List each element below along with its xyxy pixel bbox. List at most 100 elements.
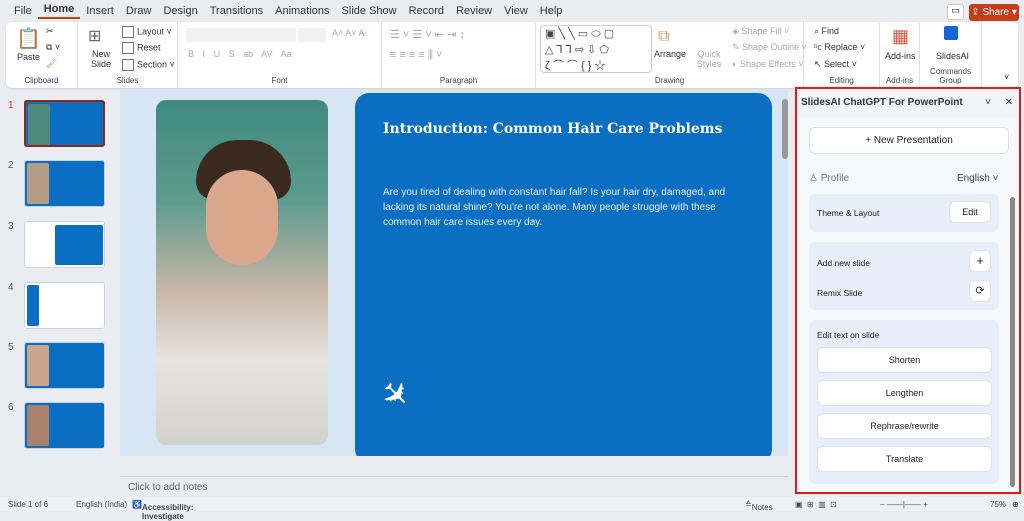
zoom-slider[interactable]: − ——|—— + [880, 500, 928, 509]
quick-styles-button[interactable]: Quick Styles [692, 49, 726, 69]
font-size-buttons[interactable]: A˄ A˅ A̷ [332, 28, 365, 38]
format-painter-icon[interactable]: 🖌 [46, 58, 57, 69]
tab-record[interactable]: Record [403, 5, 450, 17]
comment-icon: ▭ [951, 5, 960, 15]
addins-group: ▦ Add-ins Add-ins [880, 22, 920, 88]
slide-title[interactable]: Introduction: Common Hair Care Problems [383, 121, 722, 137]
font-size-select[interactable] [298, 28, 326, 42]
list-buttons[interactable]: ☰ ˅ ☰ ˅ ⇤ ⇥ ↕ [390, 28, 465, 41]
slide-thumbnails: 1 2 3 4 5 6 [0, 90, 118, 496]
slide-thumbnail[interactable] [24, 100, 105, 147]
share-icon: ⇪ [971, 7, 983, 18]
add-new-slide-label: Add new slide [817, 258, 870, 268]
shorten-button[interactable]: Shorten [817, 347, 992, 373]
thumb-number: 3 [8, 221, 14, 232]
slidesai-panel: SlidesAI ChatGPT For PowerPoint ˅ ✕ + Ne… [795, 87, 1021, 494]
find-button[interactable]: ⌕ Find [814, 26, 839, 37]
slide-body[interactable]: Are you tired of dealing with constant h… [383, 185, 753, 230]
tab-file[interactable]: File [8, 5, 38, 17]
reset-icon [122, 42, 134, 54]
zoom-level[interactable]: 75% [990, 500, 1006, 509]
notes-button[interactable]: ≙ Notes [745, 500, 773, 512]
section-button[interactable]: Section ˅ [122, 59, 175, 71]
tab-review[interactable]: Review [450, 5, 498, 17]
select-button[interactable]: ↖ Select ˅ [814, 59, 857, 70]
profile-link[interactable]: ♙ Profile [809, 173, 849, 184]
shapes-gallery[interactable]: ▣ ╲ ╲ ▭ ⬭ ▢ △ ⅂ ⅂ ⇨ ⇩ ⬠ ζ ⌒ ⌒ { } ☆ [540, 25, 652, 73]
slide-text-panel: Introduction: Common Hair Care Problems … [355, 93, 772, 456]
share-button[interactable]: ⇪ Share ▾ [969, 4, 1019, 21]
cursor-icon: ↖ [814, 59, 825, 69]
font-format-buttons[interactable]: B I U S ab AV Aa [188, 49, 292, 59]
plus-icon: + [865, 135, 874, 146]
editing-group: ⌕ Find ᵇc Replace ˅ ↖ Select ˅ Editing [804, 22, 880, 88]
shape-effects-button[interactable]: ◐ Shape Effects ˅ [732, 59, 804, 69]
slide-thumbnail[interactable] [24, 160, 105, 207]
replace-button[interactable]: ᵇc Replace ˅ [814, 42, 865, 52]
edit-text-card: Edit text on slide Shorten Lengthen Reph… [809, 320, 999, 484]
copy-icon[interactable]: ⧉ ˅ [46, 42, 60, 53]
notes-area[interactable]: Click to add notes [120, 476, 788, 496]
rephrase-button[interactable]: Rephrase/rewrite [817, 413, 992, 439]
language-status[interactable]: English (India) [76, 500, 127, 509]
font-name-select[interactable] [186, 28, 296, 42]
arrange-button[interactable]: Arrange [654, 49, 686, 59]
slide-photo[interactable] [156, 100, 328, 445]
slidesai-button[interactable]: SlidesAI [936, 51, 969, 61]
slide-canvas[interactable]: Introduction: Common Hair Care Problems … [120, 90, 788, 456]
new-slide-icon: ⊞ [88, 28, 102, 45]
slide-thumbnail[interactable] [24, 282, 105, 329]
slide-thumbnail[interactable] [24, 402, 105, 449]
layout-button[interactable]: Layout ˅ [122, 26, 172, 38]
panel-title: SlidesAI ChatGPT For PowerPoint [801, 97, 963, 108]
paste-button[interactable]: Paste [17, 52, 40, 62]
view-buttons[interactable]: ▣ ⊞ ▥ ⊡ [795, 500, 837, 509]
align-buttons[interactable]: ≡ ≡ ≡ ≡ ⫼ ˅ [390, 49, 442, 62]
layout-icon [122, 26, 134, 38]
panel-options-icon[interactable]: ˅ [985, 97, 991, 108]
tab-design[interactable]: Design [157, 5, 203, 17]
paragraph-group: ☰ ˅ ☰ ˅ ⇤ ⇥ ↕ ≡ ≡ ≡ ≡ ⫼ ˅ Paragraph [382, 22, 536, 88]
shape-outline-button[interactable]: ✎ Shape Outline ˅ [732, 42, 807, 53]
collapse-ribbon-icon[interactable]: ˅ [1004, 72, 1009, 82]
close-icon[interactable]: ✕ [1005, 97, 1013, 108]
theme-layout-card: Theme & Layout Edit [809, 194, 999, 232]
tab-view[interactable]: View [498, 5, 534, 17]
arrange-icon: ⧉ [658, 28, 670, 45]
comments-button[interactable]: ▭ [947, 4, 964, 20]
translate-button[interactable]: Translate [817, 446, 992, 472]
refresh-icon: ⟳ [975, 285, 985, 297]
slide-scrollbar[interactable] [780, 93, 790, 459]
shape-fill-button[interactable]: ◈ Shape Fill ˅ [732, 26, 789, 37]
drawing-label: Drawing [654, 76, 685, 85]
remix-button[interactable]: ⟳ [969, 280, 991, 302]
editing-label: Editing [829, 76, 854, 85]
cut-icon[interactable]: ✂ [46, 26, 54, 37]
panel-scrollbar[interactable] [1010, 197, 1015, 487]
tab-animations[interactable]: Animations [269, 5, 335, 17]
search-icon: ⌕ [814, 26, 822, 36]
new-presentation-button[interactable]: + New Presentation [809, 127, 1009, 154]
tab-slide-show[interactable]: Slide Show [336, 5, 403, 17]
lengthen-button[interactable]: Lengthen [817, 380, 992, 406]
tab-help[interactable]: Help [534, 5, 569, 17]
reset-button[interactable]: Reset [122, 42, 161, 54]
new-slide-button[interactable]: New Slide [84, 49, 118, 69]
language-select[interactable]: English ˅ [957, 173, 998, 184]
tab-transitions[interactable]: Transitions [204, 5, 269, 17]
photo-face [206, 170, 278, 265]
add-slide-button[interactable]: + [969, 250, 991, 272]
edit-button[interactable]: Edit [949, 201, 991, 223]
tab-draw[interactable]: Draw [120, 5, 158, 17]
font-group: A˄ A˅ A̷ B I U S ab AV Aa Font [178, 22, 382, 88]
tab-insert[interactable]: Insert [80, 5, 120, 17]
accessibility-status[interactable]: ♿ Accessibility: Investigate [132, 500, 194, 521]
commands-group: SlidesAI Commands Group [920, 22, 982, 88]
addins-icon: ▦ [892, 26, 910, 46]
slide-thumbnail[interactable] [24, 221, 105, 268]
fit-slide-icon[interactable]: ⊕ [1012, 500, 1019, 509]
tab-home[interactable]: Home [37, 3, 81, 19]
addins-button[interactable]: Add-ins [885, 51, 916, 61]
panel-header: SlidesAI ChatGPT For PowerPoint ˅ ✕ [797, 89, 1019, 117]
slide-thumbnail[interactable] [24, 342, 105, 389]
